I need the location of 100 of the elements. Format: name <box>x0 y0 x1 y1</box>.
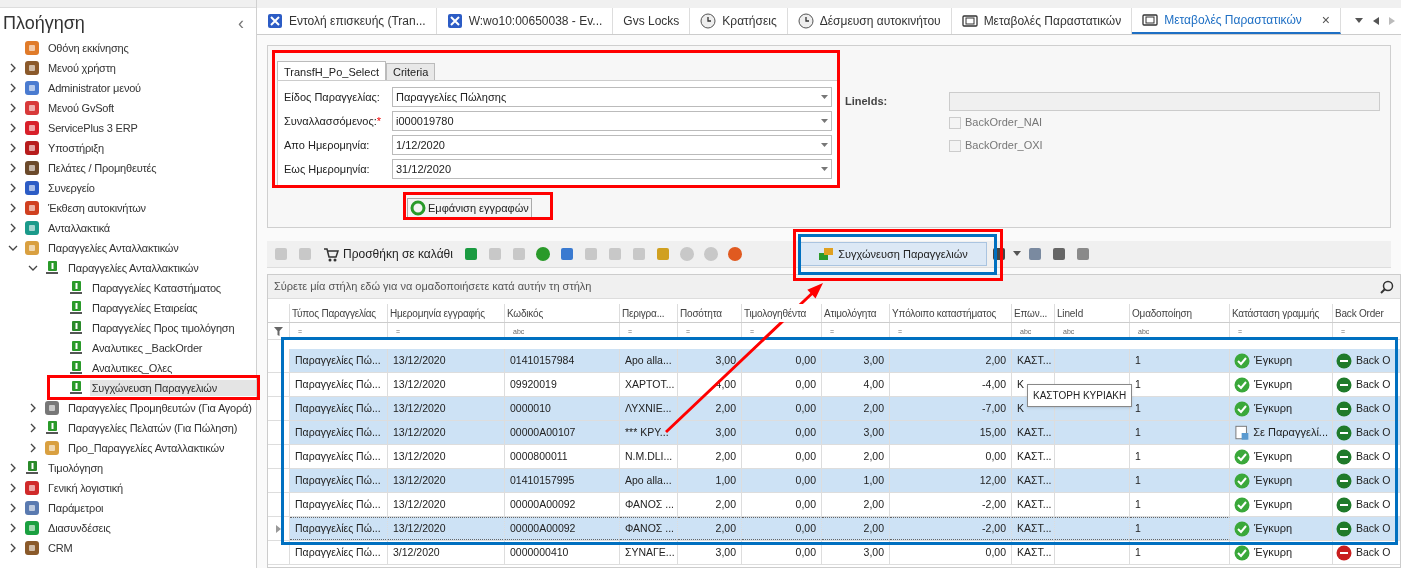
nav-item[interactable]: Παραγγελίες Εταιρείας <box>90 299 200 317</box>
nav-item[interactable]: Αναλυτικες_Ολες <box>90 359 175 377</box>
nav-item[interactable]: Παραγγελίες Πελατών (Για Πώληση) <box>66 419 240 437</box>
form-tab[interactable]: Criteria <box>386 63 436 80</box>
column-header[interactable]: Τιμολογηθέντα <box>742 304 822 322</box>
table-row[interactable]: Παραγγελίες Πώ... 13/12/2020 01410157984 Apo alla... 3,00 0,00 3,00 2,00 ΚΑΣΤ... 1 Έγκυρη Back O <box>268 349 1400 373</box>
backorder-text: Back O <box>1356 544 1391 560</box>
scroll-left-icon[interactable] <box>1373 17 1379 25</box>
close-icon[interactable]: × <box>1321 9 1330 31</box>
document-tab[interactable]: Gvs Locks <box>613 8 691 34</box>
nav-item[interactable]: Συγχώνευση Παραγγελιών <box>89 379 256 397</box>
table-cell: 0,00 <box>742 493 822 516</box>
field-label: LineIds: <box>845 93 889 109</box>
nav-item[interactable]: Προ_Παραγγελίες Ανταλλακτικών <box>66 439 227 457</box>
table-cell: 13/12/2020 <box>388 493 505 516</box>
column-header[interactable]: Τύπος Παραγγελίας <box>290 304 388 322</box>
dropdown-field[interactable]: Παραγγελίες Πώλησης <box>392 87 832 107</box>
field-label: Συναλλασσόμενος: <box>284 113 377 129</box>
status-text: Έγκυρη <box>1254 473 1293 489</box>
column-header[interactable]: Κατάσταση γραμμής <box>1230 304 1333 322</box>
document-tab[interactable]: Μεταβολές Παραστατικών × <box>1132 8 1341 34</box>
table-cell: 01410157984 <box>505 349 620 372</box>
nav-item[interactable]: Administrator μενού <box>46 79 143 97</box>
document-tab[interactable]: Εντολή επισκευής (Tran... <box>257 8 437 34</box>
nav-item[interactable]: Παραγγελίες Καταστήματος <box>90 279 223 297</box>
nav-item[interactable]: Πελάτες / Προμηθευτές <box>46 159 159 177</box>
dropdown-field[interactable]: 31/12/2020 <box>392 159 832 179</box>
dropdown-icon[interactable] <box>1013 251 1021 257</box>
form-tab[interactable]: TransfH_Po_Select <box>277 61 386 80</box>
nav-item[interactable]: Διασυνδέσεις <box>46 519 113 537</box>
table-cell: 13/12/2020 <box>388 349 505 372</box>
table-cell: 00000A00092 <box>505 493 620 516</box>
document-tab[interactable]: Δέσμευση αυτοκινήτου <box>787 8 952 34</box>
field-label: Είδος Παραγγελίας: <box>284 89 380 105</box>
line-ids-field[interactable] <box>949 91 1380 111</box>
collapse-button[interactable]: ‹ <box>238 14 244 32</box>
nav-item[interactable]: Μενού GvSoft <box>46 99 116 117</box>
status-text: Έγκυρη <box>1254 353 1293 369</box>
table-cell: 0,00 <box>742 421 822 444</box>
column-header[interactable]: Ποσότητα <box>678 304 742 322</box>
nav-item[interactable]: ServicePlus 3 ERP <box>46 119 140 137</box>
status-text: Έγκυρη <box>1254 497 1293 513</box>
nav-item[interactable]: Έκθεση αυτοκινήτων <box>46 199 148 217</box>
column-header[interactable]: Περιγρα... <box>620 304 678 322</box>
nav-item[interactable]: Συνεργείο <box>46 179 97 197</box>
nav-item[interactable]: Παραγγελίες Προς τιμολόγηση <box>90 319 237 337</box>
table-row[interactable]: Παραγγελίες Πώ... 3/12/2020 0000000410 ΣΥΝΑΓΕ... 3,00 0,00 3,00 0,00 ΚΑΣΤ... 1 Έγκυρη Back O <box>268 541 1400 565</box>
nav-item[interactable]: Παραγγελίες Ανταλλακτικών <box>66 259 201 277</box>
nav-item[interactable]: Ανταλλακτικά <box>46 219 112 237</box>
backorder-text: Back O <box>1356 376 1391 392</box>
table-row[interactable]: Παραγγελίες Πώ... 13/12/2020 00000A00107 *** ΚΡΥ... 3,00 0,00 3,00 15,00 ΚΑΣΤ... 1 Σε Παραγγελί... Back O <box>268 421 1400 445</box>
column-header[interactable]: Ομαδοποίηση <box>1130 304 1230 322</box>
document-tab[interactable]: Κρατήσεις <box>690 8 788 34</box>
column-header[interactable]: Ατιμολόγητα <box>822 304 890 322</box>
dropdown-icon[interactable] <box>1355 18 1363 24</box>
nav-item[interactable]: Μενού χρήστη <box>46 59 118 77</box>
nav-item[interactable]: Αναλυτικες _BackOrder <box>90 339 205 357</box>
status-text: Έγκυρη <box>1254 449 1293 465</box>
column-header[interactable]: Υπόλοιπο καταστήματος <box>890 304 1012 322</box>
table-cell: 13/12/2020 <box>388 445 505 468</box>
dropdown-field[interactable]: i000019780 <box>392 111 832 131</box>
table-row[interactable]: Παραγγελίες Πώ... 13/12/2020 01410157995 Apo alla... 1,00 0,00 1,00 12,00 ΚΑΣΤ... 1 Έγκυρη Back O <box>268 469 1400 493</box>
table-row[interactable]: Παραγγελίες Πώ... 13/12/2020 00000A00092 ΦΑΝΟΣ ... 2,00 0,00 2,00 -2,00 ΚΑΣΤ... 1 Έγκυρη Back O <box>268 493 1400 517</box>
column-header[interactable]: LineId <box>1055 304 1130 322</box>
filter-icon[interactable] <box>274 326 283 336</box>
table-cell: 2,00 <box>822 397 890 420</box>
table-cell: -2,00 <box>890 517 1012 540</box>
search-icon[interactable] <box>1380 279 1394 294</box>
table-cell: Παραγγελίες Πώ... <box>290 421 388 444</box>
table-cell: ΚΑΣΤ... <box>1012 493 1055 516</box>
clock-icon <box>797 13 814 29</box>
column-header[interactable]: Κωδικός <box>505 304 620 322</box>
table-cell: N.M.DLI... <box>620 445 678 468</box>
merge-orders-button[interactable]: Συγχώνευση Παραγγελιών <box>799 242 987 266</box>
table-cell: Παραγγελίες Πώ... <box>290 469 388 492</box>
table-cell: 0000010 <box>505 397 620 420</box>
nav-item[interactable]: CRM <box>46 539 75 557</box>
nav-item[interactable]: Παράμετροι <box>46 499 106 517</box>
nav-item[interactable]: Οθόνη εκκίνησης <box>46 39 131 57</box>
table-row[interactable]: Παραγγελίες Πώ... 13/12/2020 0000800011 N.M.DLI... 2,00 0,00 2,00 0,00 ΚΑΣΤ... 1 Έγκυρη Back O <box>268 445 1400 469</box>
table-cell: ΦΑΝΟΣ ... <box>620 493 678 516</box>
table-cell: 0,00 <box>742 373 822 396</box>
backorder-text: Back O <box>1356 520 1391 536</box>
dropdown-field[interactable]: 1/12/2020 <box>392 135 832 155</box>
checkbox[interactable] <box>949 116 961 129</box>
table-cell: 2,00 <box>890 349 1012 372</box>
table-row[interactable]: Παραγγελίες Πώ... 13/12/2020 00000A00092 ΦΑΝΟΣ ... 2,00 0,00 2,00 -2,00 ΚΑΣΤ... 1 Έγκυρη Back O <box>268 517 1400 541</box>
nav-item[interactable]: Τιμολόγηση <box>46 459 105 477</box>
checkbox[interactable] <box>949 139 961 152</box>
add-to-cart-button[interactable]: Προσθήκη σε καλάθι <box>317 243 459 265</box>
document-tab[interactable]: W:wo10:00650038 - Ev... <box>436 8 614 34</box>
column-header[interactable]: Επων... <box>1012 304 1055 322</box>
show-records-button[interactable]: Εμφάνιση εγγραφών <box>407 198 532 218</box>
nav-item[interactable]: Παραγγελίες Προμηθευτών (Για Αγορά) <box>66 399 254 417</box>
table-cell: Παραγγελίες Πώ... <box>290 349 388 372</box>
table-cell: 1 <box>1130 445 1230 468</box>
nav-item[interactable]: Υποστήριξη <box>46 139 106 157</box>
nav-item[interactable]: Παραγγελίες Ανταλλακτικών <box>46 239 181 257</box>
column-header[interactable]: Ημερομηνία εγγραφής <box>388 304 505 322</box>
nav-item[interactable]: Γενική λογιστική <box>46 479 125 497</box>
